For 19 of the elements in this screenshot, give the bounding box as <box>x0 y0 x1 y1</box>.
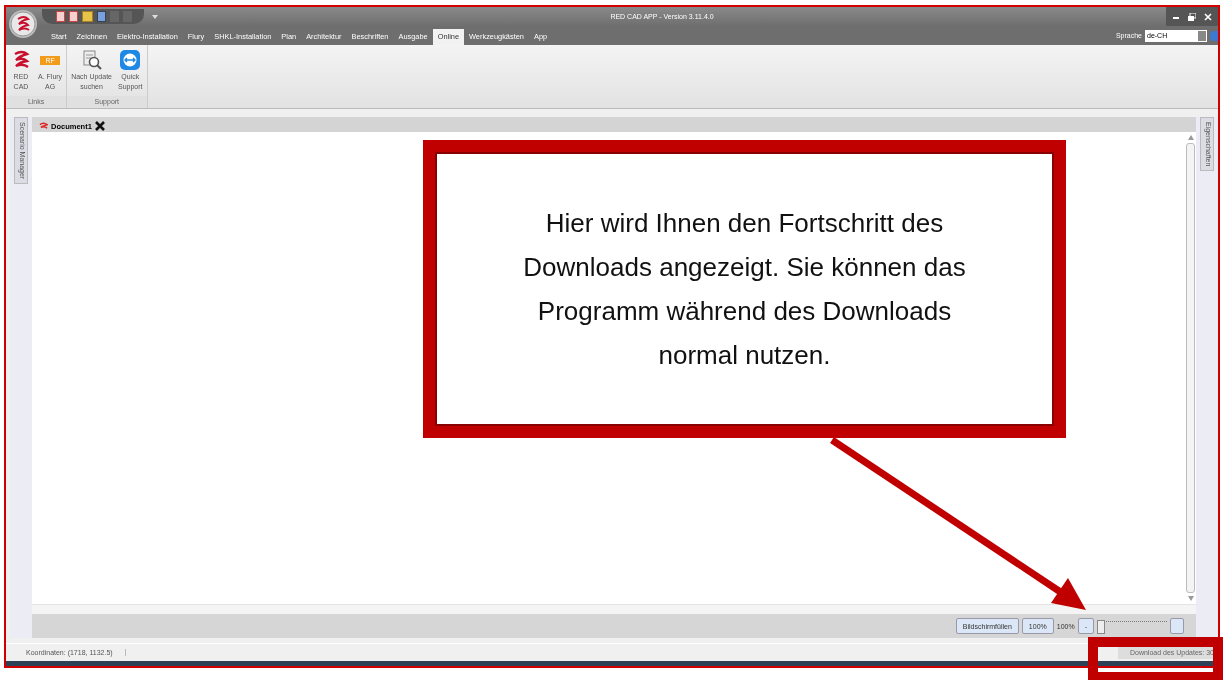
file-icon[interactable] <box>69 11 78 22</box>
annotation-text: Hier wird Ihnen den Fortschritt des Downloads angezeigt. Sie können das Programm während des Downloads normal nutzen. <box>522 207 967 372</box>
slider-thumb[interactable] <box>1097 619 1105 634</box>
close-icon[interactable] <box>94 121 105 131</box>
zoom-slider[interactable] <box>1097 620 1167 632</box>
horizontal-scrollbar[interactable] <box>32 604 1196 614</box>
document-logo-icon <box>39 121 48 131</box>
dropdown-icon[interactable] <box>152 14 158 19</box>
restore-icon[interactable] <box>1188 12 1196 21</box>
document-search-icon <box>80 49 103 71</box>
save-icon[interactable] <box>97 11 106 22</box>
new-file-icon[interactable] <box>56 11 65 22</box>
scroll-up-icon[interactable] <box>1187 135 1194 140</box>
app-menu-button[interactable] <box>9 10 37 38</box>
folder-icon[interactable] <box>82 11 93 22</box>
zoom-in-button[interactable] <box>1170 618 1184 634</box>
scroll-down-icon[interactable] <box>1187 596 1194 601</box>
app-logo-icon <box>10 11 36 37</box>
remote-support-icon <box>119 49 142 71</box>
